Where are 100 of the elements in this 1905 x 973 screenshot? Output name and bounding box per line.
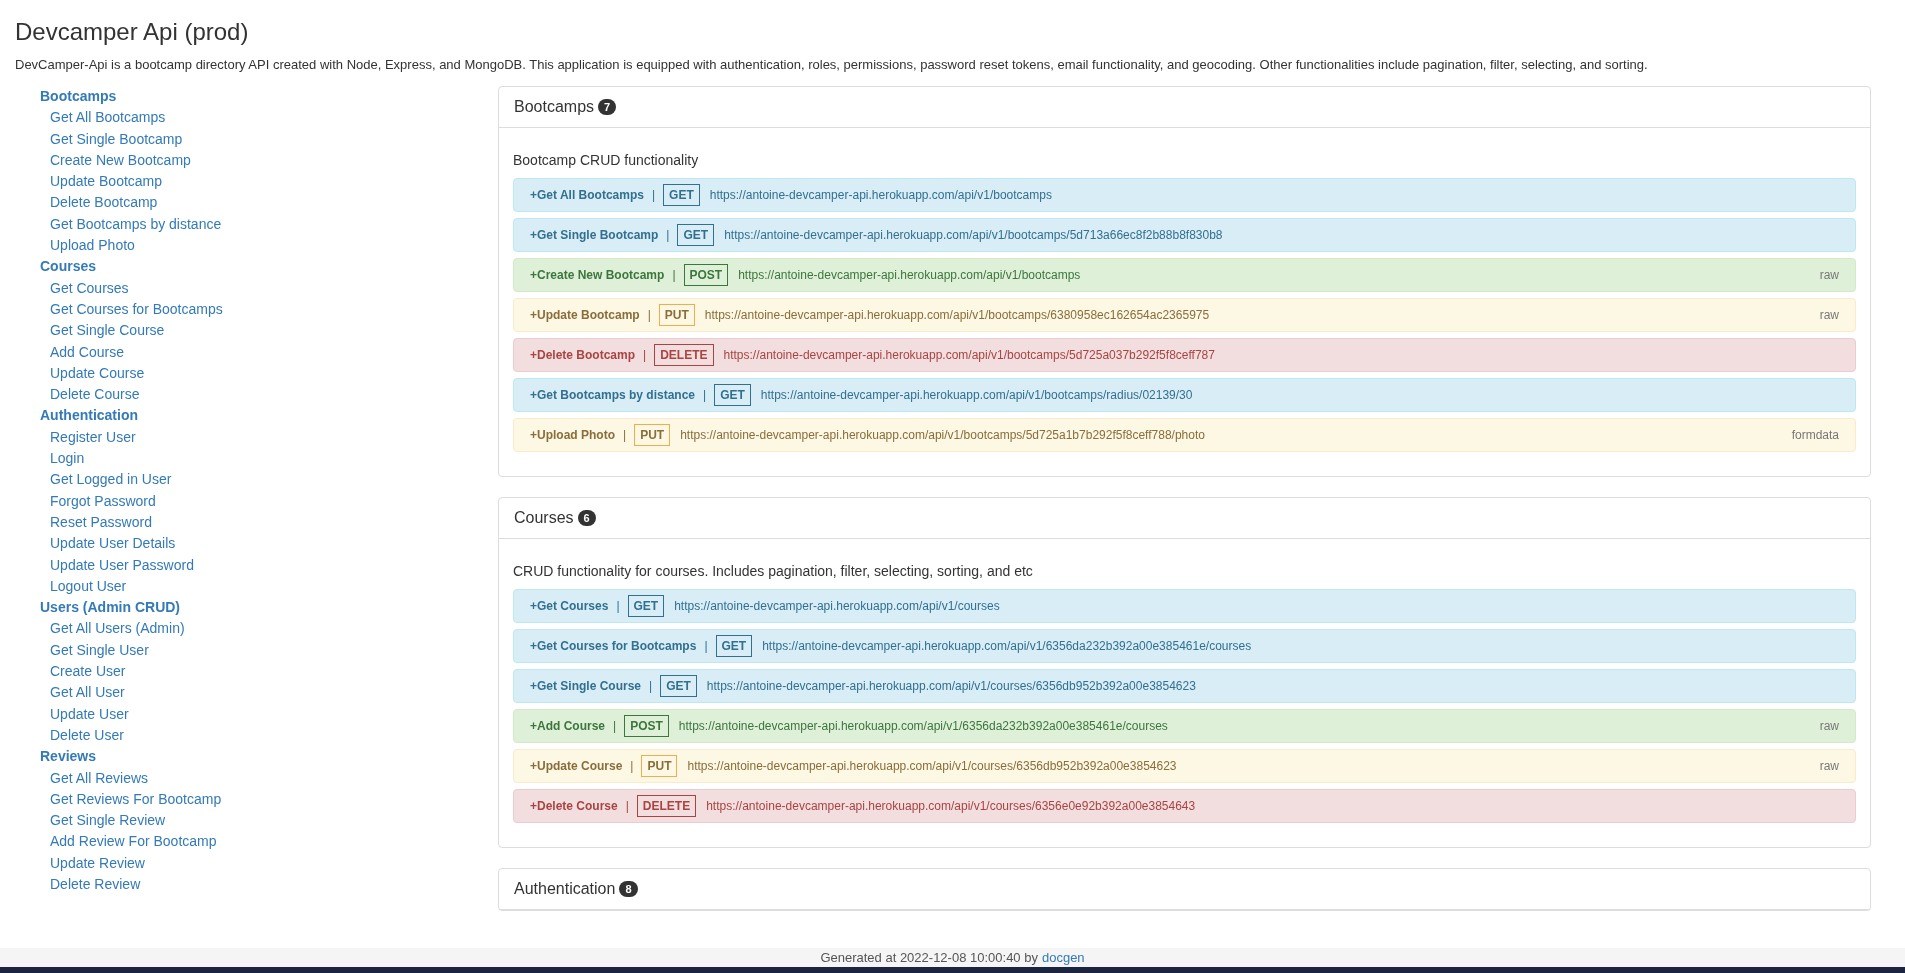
endpoint-row[interactable]: +Get Single Bootcamp | GET https://antoine-devcamper-api.herokuapp.com/api/v1/bootcamps/5d713a66ec8f2b88b8f830b8 xyxy=(513,218,1856,252)
sidebar-link[interactable]: Delete Review xyxy=(40,874,498,896)
footer-text: Generated at 2022-12-08 10:00:40 by xyxy=(820,949,1038,967)
sidebar-link[interactable]: Delete Course xyxy=(40,384,498,406)
sidebar-link[interactable]: Delete User xyxy=(40,724,498,747)
page-description: DevCamper-Api is a bootcamp directory API created with Node, Express, and MongoDB. This application is equipped with authentication, roles, permissions, password reset tokens, email functionality, and geocoding. Other functionalities include pagination, filter, selecting, and sorting. xyxy=(14,56,1649,74)
method-badge: GET xyxy=(660,675,697,697)
sidebar-link[interactable]: Get Single Review xyxy=(40,810,498,832)
sidebar-link[interactable]: Upload Photo xyxy=(40,235,498,257)
body-type-label: formdata xyxy=(1791,428,1839,442)
sidebar-link[interactable]: Update Course xyxy=(40,362,498,385)
endpoint-row[interactable]: +Get Courses | GET https://antoine-devcamper-api.herokuapp.com/api/v1/courses xyxy=(513,589,1856,623)
sidebar-link[interactable]: Reset Password xyxy=(40,511,498,534)
panel-title: Authentication xyxy=(514,880,616,898)
sidebar-link[interactable]: Update User Details xyxy=(40,533,498,555)
endpoint-row[interactable]: +Get Bootcamps by distance | GET https://antoine-devcamper-api.herokuapp.com/api/v1/bootcamps/radius/02139/30 xyxy=(513,378,1856,412)
endpoint-row[interactable]: +Create New Bootcamp | POST https://antoine-devcamper-api.herokuapp.com/api/v1/bootcamps raw xyxy=(513,258,1856,292)
count-badge: 8 xyxy=(619,881,638,897)
endpoint-url: https://antoine-devcamper-api.herokuapp.com/api/v1/6356da232b392a00e385461e/courses xyxy=(762,639,1253,653)
endpoint-row[interactable]: +Update Bootcamp | PUT https://antoine-devcamper-api.herokuapp.com/api/v1/bootcamps/6380958ec162654ac2365975 raw xyxy=(513,298,1856,332)
sidebar-link[interactable]: Get Logged in User xyxy=(40,469,498,491)
endpoint-row[interactable]: +Upload Photo | PUT https://antoine-devcamper-api.herokuapp.com/api/v1/bootcamps/5d725a1b7b292f5f8ceff788/photo formdata xyxy=(513,418,1856,452)
method-badge: GET xyxy=(715,635,753,657)
separator: | xyxy=(704,639,708,653)
sidebar-link[interactable]: Login xyxy=(40,448,498,470)
count-badge: 7 xyxy=(598,99,617,115)
sidebar-link[interactable]: Get All Users (Admin) xyxy=(40,618,498,640)
separator: | xyxy=(630,759,634,773)
sidebar-heading-link[interactable]: Reviews xyxy=(40,746,498,768)
endpoint-name: +Get Courses for Bootcamps xyxy=(530,639,697,653)
body-type-label: raw xyxy=(1819,719,1839,733)
sidebar-link[interactable]: Register User xyxy=(40,426,498,449)
endpoint-url: https://antoine-devcamper-api.herokuapp.com/api/v1/courses/6356db952b392a00e3854623 xyxy=(706,679,1197,693)
separator: | xyxy=(666,228,670,242)
endpoint-url: https://antoine-devcamper-api.herokuapp.com/api/v1/bootcamps/5d725a1b7b292f5f8ceff788/photo xyxy=(680,428,1206,442)
endpoint-url: https://antoine-devcamper-api.herokuapp.com/api/v1/bootcamps xyxy=(738,268,1082,282)
sidebar-heading-link[interactable]: Courses xyxy=(40,256,498,278)
endpoint-url: https://antoine-devcamper-api.herokuapp.com/api/v1/bootcamps/5d713a66ec8f2b88b8f830b8 xyxy=(724,228,1224,242)
panel-title: Courses xyxy=(514,509,574,527)
body-type-label: raw xyxy=(1819,308,1839,322)
sidebar-link[interactable]: Get Single User xyxy=(40,639,498,661)
docgen-link[interactable]: docgen xyxy=(1041,948,1085,967)
sidebar-link[interactable]: Update Review xyxy=(40,852,498,874)
method-badge: GET xyxy=(663,184,700,206)
sidebar-heading-link[interactable]: Bootcamps xyxy=(40,86,498,108)
separator: | xyxy=(703,388,707,402)
sidebar-link[interactable]: Get Reviews For Bootcamp xyxy=(40,788,498,811)
separator: | xyxy=(672,268,676,282)
endpoint-row[interactable]: +Update Course | PUT https://antoine-devcamper-api.herokuapp.com/api/v1/courses/6356db952b392a00e3854623 raw xyxy=(513,749,1856,783)
method-badge: GET xyxy=(714,384,751,406)
sidebar-link[interactable]: Get All Bootcamps xyxy=(40,107,498,129)
sidebar-link[interactable]: Get Bootcamps by distance xyxy=(40,213,498,236)
sidebar-link[interactable]: Forgot Password xyxy=(40,490,498,512)
method-badge: DELETE xyxy=(654,344,714,366)
sidebar-link[interactable]: Logout User xyxy=(40,575,498,598)
endpoint-row[interactable]: +Get Courses for Bootcamps | GET https://antoine-devcamper-api.herokuapp.com/api/v1/6356da232b392a00e385461e/courses xyxy=(513,629,1856,663)
method-badge: GET xyxy=(677,224,715,246)
separator: | xyxy=(647,308,651,322)
sidebar-link[interactable]: Create User xyxy=(40,661,498,683)
endpoint-name: +Delete Course xyxy=(530,799,618,813)
endpoint-name: +Delete Bootcamp xyxy=(530,348,636,362)
endpoint-url: https://antoine-devcamper-api.herokuapp.com/api/v1/courses xyxy=(674,599,1001,613)
page-title: Devcamper Api (prod) xyxy=(14,17,250,46)
sidebar-link[interactable]: Get Courses for Bootcamps xyxy=(40,298,498,321)
endpoint-url: https://antoine-devcamper-api.herokuapp.com/api/v1/bootcamps xyxy=(709,188,1053,202)
sidebar-link[interactable]: Get Single Bootcamp xyxy=(40,128,498,150)
sidebar-link[interactable]: Update User Password xyxy=(40,554,498,576)
endpoint-name: +Get Single Course xyxy=(530,679,642,693)
endpoint-name: +Update Course xyxy=(530,759,623,773)
method-badge: DELETE xyxy=(636,795,697,817)
method-badge: PUT xyxy=(641,755,678,777)
endpoint-row[interactable]: +Delete Bootcamp | DELETE https://antoine-devcamper-api.herokuapp.com/api/v1/bootcamps/5d725a037b292f5f8ceff787 xyxy=(513,338,1856,372)
endpoint-row[interactable]: +Get All Bootcamps | GET https://antoine-devcamper-api.herokuapp.com/api/v1/bootcamps xyxy=(513,178,1856,212)
endpoint-name: +Get Single Bootcamp xyxy=(530,228,659,242)
section-description: CRUD functionality for courses. Includes pagination, filter, selecting, sorting, and etc xyxy=(513,563,1034,579)
endpoint-name: +Create New Bootcamp xyxy=(530,268,665,282)
sidebar-link[interactable]: Update Bootcamp xyxy=(40,171,498,193)
endpoint-row[interactable]: +Delete Course | DELETE https://antoine-devcamper-api.herokuapp.com/api/v1/courses/6356e0e92b392a00e3854643 xyxy=(513,789,1856,823)
method-badge: GET xyxy=(627,595,665,617)
endpoint-url: https://antoine-devcamper-api.herokuapp.com/api/v1/bootcamps/5d725a037b292f5f8ceff787 xyxy=(723,348,1216,362)
separator: | xyxy=(651,188,656,202)
body-type-label: raw xyxy=(1819,759,1839,773)
sidebar-link[interactable]: Delete Bootcamp xyxy=(40,192,498,214)
sidebar-link[interactable]: Add Course xyxy=(40,341,498,363)
count-badge: 6 xyxy=(577,510,596,526)
sidebar-link[interactable]: Get Courses xyxy=(40,277,498,299)
endpoint-url: https://antoine-devcamper-api.herokuapp.com/api/v1/bootcamps/6380958ec162654ac2365975 xyxy=(704,308,1211,322)
endpoint-row[interactable]: +Get Single Course | GET https://antoine-devcamper-api.herokuapp.com/api/v1/courses/6356db952b392a00e3854623 xyxy=(513,669,1856,703)
sidebar-link[interactable]: Add Review For Bootcamp xyxy=(40,831,498,853)
sidebar-link[interactable]: Get All Reviews xyxy=(40,767,498,789)
sidebar-heading-link[interactable]: Authentication xyxy=(40,405,498,427)
separator: | xyxy=(649,679,653,693)
method-badge: POST xyxy=(683,264,729,286)
sidebar-link[interactable]: Get All User xyxy=(40,682,498,704)
sidebar-link[interactable]: Create New Bootcamp xyxy=(40,149,498,172)
method-badge: PUT xyxy=(634,424,671,446)
sidebar-link[interactable]: Update User xyxy=(40,703,498,725)
sidebar-link[interactable]: Get Single Course xyxy=(40,320,498,342)
endpoint-row[interactable]: +Add Course | POST https://antoine-devcamper-api.herokuapp.com/api/v1/6356da232b392a00e385461e/courses raw xyxy=(513,709,1856,743)
sidebar-heading-link[interactable]: Users (Admin CRUD) xyxy=(40,597,498,619)
